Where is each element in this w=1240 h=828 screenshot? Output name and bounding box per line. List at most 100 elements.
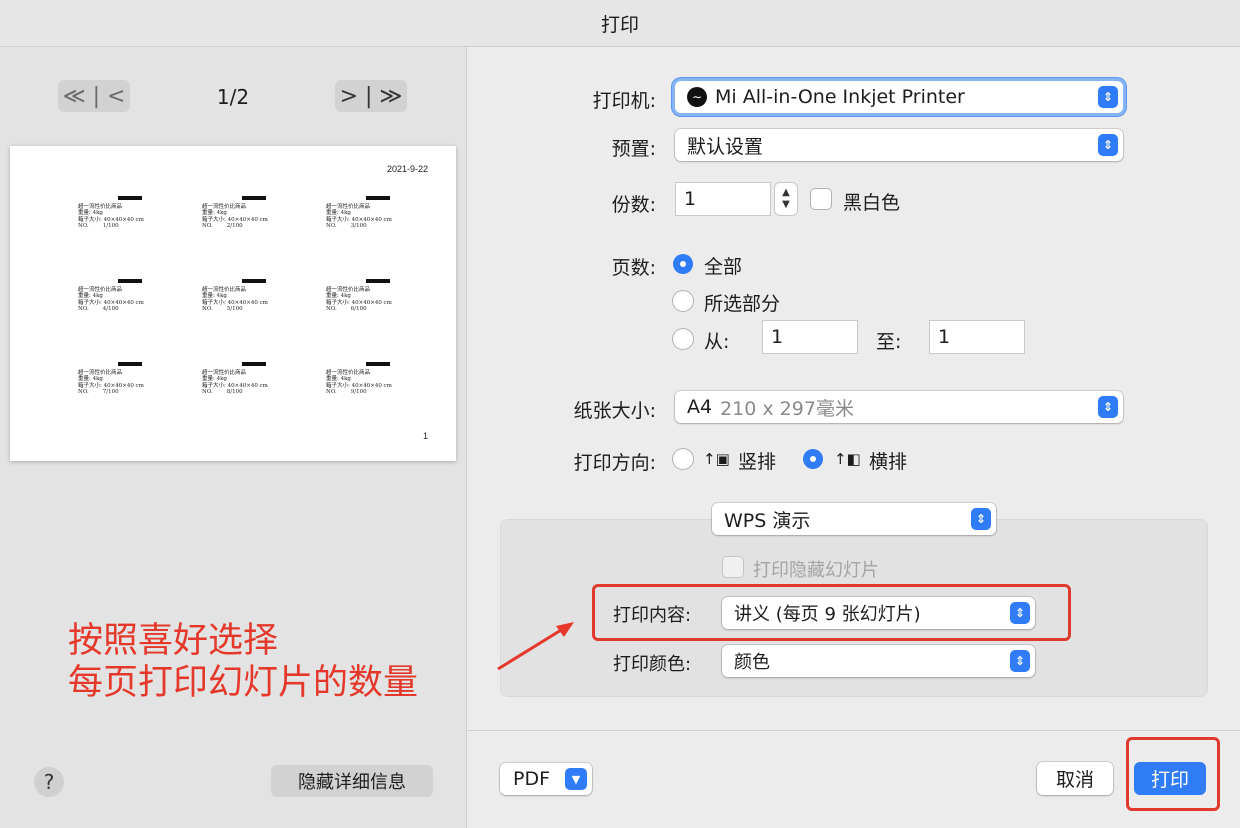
slide-number-value: 6/100 [350,306,367,313]
chevron-updown-icon: ⇕ [1098,134,1118,156]
page-preview: 2021-9-22 超一流性价比商品 重量: 4kg 箱子大小: 40×40×40 … [10,146,456,461]
pdf-menu-button[interactable]: PDF ▼ [500,763,592,795]
stepper-up-icon[interactable]: ▲ [782,187,790,199]
paper-size-value: A4 [687,396,713,418]
hidden-slides-checkbox[interactable] [723,557,743,577]
slide-number-row: NO. 8/100 [202,389,268,395]
pages-to-label: 至: [876,331,902,353]
slide-number-row: NO. 6/100 [326,306,392,312]
orientation-label: 打印方向: [573,452,656,474]
pages-range-radio[interactable] [673,329,693,349]
slide-header-bar [366,196,390,200]
cancel-button[interactable]: 取消 [1037,762,1113,795]
chevron-updown-icon: ⇕ [1098,86,1118,108]
slide-number-label: NO. [78,306,89,313]
print-button[interactable]: 打印 [1134,762,1206,795]
slide-thumbnail: 超一流性价比商品 重量: 4kg 箱子大小: 40×40×40 cm NO. 7/100 [78,362,158,412]
slide-header-bar [366,362,390,366]
slide-thumbnail: 超一流性价比商品 重量: 4kg 箱子大小: 40×40×40 cm NO. 5/100 [202,279,282,329]
paper-size-label: 纸张大小: [573,400,656,422]
slide-number-row: NO. 7/100 [78,389,144,395]
pages-from-input[interactable]: 1 [762,320,858,354]
slide-number-label: NO. [326,223,337,230]
preset-label: 预置: [611,138,656,160]
pages-all-radio[interactable] [673,254,693,274]
first-prev-icon: ≪ | < [62,83,126,109]
slide-header-bar [242,362,266,366]
settings-pane [467,47,1240,828]
slide-number-row: NO. 1/100 [78,223,144,229]
slide-number-value: 5/100 [226,306,243,313]
next-last-icon: > | ≫ [339,83,403,109]
pages-selection-label: 所选部分 [704,293,781,315]
slide-number-row: NO. 9/100 [326,389,392,395]
slide-header-bar [118,279,142,283]
previous-page-button[interactable]: ≪ | < [58,80,130,112]
preview-date: 2021-9-22 [386,164,428,174]
hidden-slides-label: 打印隐藏幻灯片 [753,560,879,581]
portrait-orientation-icon: ↑▣ [703,450,730,468]
preview-pane: ≪ | < 1/2 > | ≫ 2021-9-22 超一流性价比商品 重量: 4k… [0,47,467,828]
landscape-label: 横排 [869,451,908,473]
slide-number-row: NO. 3/100 [326,223,392,229]
print-color-value: 颜色 [734,652,770,673]
slide-number-value: 8/100 [226,389,243,396]
preview-page-number: 1 [422,431,428,441]
annotation-text: 按照喜好选择 每页打印幻灯片的数量 [68,620,418,704]
slide-number-label: NO. [326,306,337,313]
print-color-label: 打印颜色: [613,654,692,675]
slide-number-label: NO. [326,389,337,396]
printer-select[interactable]: ∼ Mi All-in-One Inkjet Printer ⇕ [675,81,1123,113]
slide-thumbnail: 超一流性价比商品 重量: 4kg 箱子大小: 40×40×40 cm NO. 3/100 [326,196,406,246]
content-highlight-box [592,584,1071,641]
preset-select[interactable]: 默认设置 ⇕ [675,129,1123,161]
slide-number-value: 9/100 [350,389,367,396]
landscape-orientation-icon: ↑◧ [834,450,861,468]
slide-number-value: 4/100 [102,306,119,313]
slide-number-value: 2/100 [226,223,243,230]
portrait-label: 竖排 [738,451,777,473]
slide-thumbnail: 超一流性价比商品 重量: 4kg 箱子大小: 40×40×40 cm NO. 6/100 [326,279,406,329]
hide-details-button[interactable]: 隐藏详细信息 [271,765,433,797]
annotation-line-1: 按照喜好选择 [68,621,279,661]
slide-number-value: 1/100 [102,223,119,230]
page-indicator: 1/2 [216,85,250,109]
slide-number-row: NO. 5/100 [202,306,268,312]
pages-selection-radio[interactable] [673,291,693,311]
slide-thumbnail: 超一流性价比商品 重量: 4kg 箱子大小: 40×40×40 cm NO. 4/100 [78,279,158,329]
printer-value: Mi All-in-One Inkjet Printer [715,86,965,108]
pages-to-input[interactable]: 1 [929,320,1025,354]
window-title: 打印 [0,0,1240,47]
printer-label: 打印机: [592,90,656,112]
pages-label: 页数: [611,257,656,279]
bw-checkbox[interactable] [811,189,831,209]
copies-stepper[interactable]: ▲ ▼ [775,183,797,215]
chevron-updown-icon: ⇕ [1098,396,1118,418]
paper-size-select[interactable]: A4 210 x 297毫米 ⇕ [675,391,1123,423]
slide-thumbnail: 超一流性价比商品 重量: 4kg 箱子大小: 40×40×40 cm NO. 2/100 [202,196,282,246]
help-button[interactable]: ? [34,767,64,797]
slide-number-label: NO. [202,223,213,230]
slide-number-row: NO. 4/100 [78,306,144,312]
slide-header-bar [242,196,266,200]
slide-header-bar [118,196,142,200]
slide-number-row: NO. 2/100 [202,223,268,229]
pages-all-label: 全部 [704,256,743,278]
pages-from-label: 从: [704,331,730,353]
stepper-down-icon[interactable]: ▼ [782,199,790,211]
chevron-updown-icon: ⇕ [1010,650,1030,672]
slide-number-value: 3/100 [350,223,367,230]
annotation-line-2: 每页打印幻灯片的数量 [68,663,419,703]
slide-header-bar [242,279,266,283]
slide-number-label: NO. [202,389,213,396]
next-page-button[interactable]: > | ≫ [335,80,407,112]
slide-thumbnail: 超一流性价比商品 重量: 4kg 箱子大小: 40×40×40 cm NO. 8/100 [202,362,282,412]
app-section-select[interactable]: WPS 演示 ⇕ [712,503,996,535]
annotation-arrow [497,622,574,671]
copies-input[interactable]: 1 [675,182,771,216]
print-color-select[interactable]: 颜色 ⇕ [722,645,1035,677]
copies-label: 份数: [611,194,656,216]
app-section-value: WPS 演示 [724,509,811,532]
portrait-radio[interactable] [673,449,693,469]
landscape-radio[interactable] [803,449,823,469]
